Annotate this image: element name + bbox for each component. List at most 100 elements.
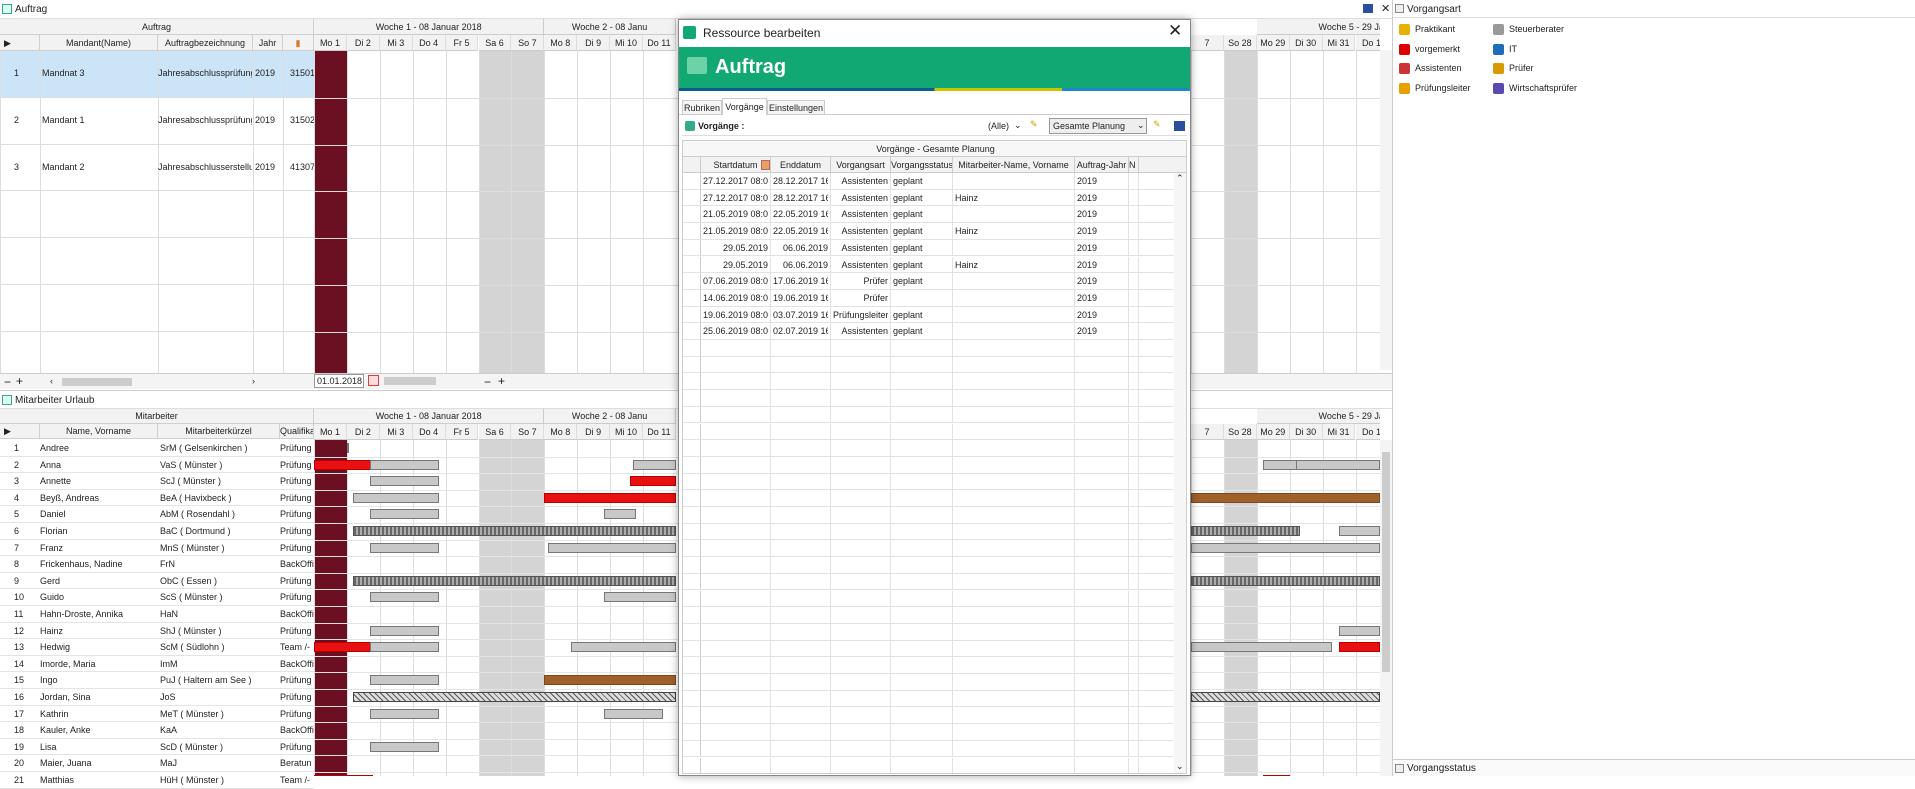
table-row[interactable]: 2 Anna VaS ( Münster ) Prüfung xyxy=(0,457,314,474)
restore-window-icon[interactable] xyxy=(1363,4,1373,13)
column-header[interactable]: Vorgangsart xyxy=(831,157,891,173)
gantt-bar[interactable] xyxy=(1191,526,1300,536)
table-row[interactable] xyxy=(683,406,1174,424)
table-row[interactable] xyxy=(683,757,1174,773)
table-row[interactable]: 16 Jordan, Sina JoS Prüfung xyxy=(0,689,314,706)
date-field[interactable]: 01.01.2018 xyxy=(314,374,364,388)
gantt-bar[interactable] xyxy=(1191,492,1380,503)
table-row[interactable] xyxy=(683,340,1174,357)
filter-select[interactable]: (Alle) xyxy=(988,121,1009,131)
table-row[interactable] xyxy=(683,724,1174,741)
tab-einstellungen[interactable]: Einstellungen xyxy=(767,100,825,115)
col-header-qualifikation[interactable]: Qualifika xyxy=(280,424,314,439)
table-row[interactable]: 12 Hainz ShJ ( Münster ) Prüfung xyxy=(0,623,314,640)
tab-rubriken[interactable]: Rubriken xyxy=(682,100,722,115)
gantt-bar[interactable] xyxy=(1296,459,1380,470)
scroll-left-icon[interactable]: ‹ xyxy=(50,376,53,386)
table-row[interactable]: 13 Hedwig ScM ( Südlohn ) Team /- xyxy=(0,639,314,656)
gantt-bar[interactable] xyxy=(369,509,439,520)
close-panel-icon[interactable]: ✕ xyxy=(1381,2,1390,15)
gantt-bar[interactable] xyxy=(369,625,439,636)
vertical-scrollbar-top[interactable] xyxy=(1380,50,1392,370)
table-row[interactable] xyxy=(683,456,1174,474)
table-row[interactable]: 11 Hahn-Droste, Annika HaN BackOffi xyxy=(0,606,314,623)
table-row[interactable]: 20 Maier, Juana MaJ Beratun xyxy=(0,755,314,772)
table-row[interactable] xyxy=(683,390,1174,407)
table-row[interactable]: 29.05.2019 06.06.2019 Assistenten geplant Ha… xyxy=(683,256,1174,274)
table-row[interactable] xyxy=(683,740,1174,758)
column-header[interactable]: Vorgangsstatus xyxy=(891,157,953,173)
tab-vorgaenge[interactable]: Vorgänge xyxy=(722,98,767,115)
table-row[interactable]: 8 Frickenhaus, Nadine FrN BackOffi xyxy=(0,556,314,573)
gantt-bar[interactable] xyxy=(369,459,439,470)
table-row[interactable]: 17 Kathrin MeT ( Münster ) Prüfung xyxy=(0,706,314,723)
gantt-bar[interactable] xyxy=(544,675,676,686)
zoom-in-icon[interactable]: + xyxy=(498,374,505,388)
col-header-mandant[interactable]: Mandant(Name) xyxy=(40,35,158,51)
table-vertical-scrollbar[interactable]: ⌃ ⌄ xyxy=(1174,173,1186,773)
gantt-bar[interactable] xyxy=(1191,642,1333,653)
calendar-icon[interactable] xyxy=(368,375,379,386)
column-header[interactable]: Auftrag-Jahr xyxy=(1075,157,1129,173)
gantt-bar[interactable] xyxy=(353,526,676,536)
table-row[interactable]: 9 Gerd ObC ( Essen ) Prüfung xyxy=(0,573,314,590)
table-row[interactable]: 6 Florian BaC ( Dortmund ) Prüfung xyxy=(0,523,314,540)
table-row[interactable]: 4 Beyß, Andreas BeA ( Havixbeck ) Prüfung xyxy=(0,490,314,507)
gantt-bar[interactable] xyxy=(1339,642,1380,653)
gantt-bar[interactable] xyxy=(369,542,439,553)
scroll-up-icon[interactable]: ⌃ xyxy=(1176,173,1184,184)
table-row[interactable]: 14.06.2019 08:00 19.06.2019 16:00 Prüfer 20… xyxy=(683,289,1174,307)
gantt-bar[interactable] xyxy=(1339,625,1380,636)
col-header-jahr[interactable]: Jahr xyxy=(253,35,283,51)
vertical-scrollbar-bottom[interactable] xyxy=(1380,440,1392,776)
zoom-out-icon[interactable]: − xyxy=(484,375,491,389)
edit-pencil-icon[interactable]: ✎ xyxy=(1153,119,1161,130)
table-row[interactable] xyxy=(683,590,1174,608)
col-header-bezeichnung[interactable]: Auftragbezeichnung xyxy=(158,35,253,51)
legend-item[interactable]: Prüfungsleiter xyxy=(1399,81,1491,96)
edit-pencil-icon[interactable]: ✎ xyxy=(1030,119,1038,130)
table-row[interactable] xyxy=(683,540,1174,558)
table-row[interactable]: 14 Imorde, Maria ImM BackOffi xyxy=(0,656,314,673)
table-row[interactable] xyxy=(683,356,1174,374)
table-row[interactable]: 25.06.2019 08:00 02.07.2019 16:00 Assisten… xyxy=(683,323,1174,340)
table-row[interactable]: 27.12.2017 08:00 28.12.2017 16:00 Assisten… xyxy=(683,173,1174,190)
table-row[interactable] xyxy=(683,690,1174,708)
table-row[interactable]: 21.05.2019 08:00 22.05.2019 16:00 Assisten… xyxy=(683,206,1174,224)
table-row[interactable] xyxy=(683,473,1174,491)
table-row[interactable]: 3 Annette ScJ ( Münster ) Prüfung xyxy=(0,473,314,490)
gantt-bar[interactable] xyxy=(570,642,676,653)
export-icon[interactable] xyxy=(1174,121,1185,131)
gantt-bar[interactable] xyxy=(629,476,676,487)
gantt-bar[interactable] xyxy=(633,459,676,470)
timeline-scrollbar[interactable] xyxy=(384,377,436,385)
gantt-bar[interactable] xyxy=(603,592,676,603)
scroll-down-icon[interactable]: ⌄ xyxy=(1176,761,1184,772)
table-row[interactable] xyxy=(683,573,1174,591)
table-row[interactable] xyxy=(683,707,1174,725)
table-row[interactable] xyxy=(683,557,1174,574)
column-header[interactable]: N xyxy=(1129,157,1139,173)
gantt-bar[interactable] xyxy=(603,509,637,520)
horizontal-scrollbar[interactable] xyxy=(62,378,132,386)
table-row[interactable] xyxy=(683,373,1174,391)
table-row[interactable] xyxy=(683,490,1174,507)
gantt-bar[interactable] xyxy=(353,692,676,702)
table-row[interactable]: 1 Mandnat 3 Jahresabschlussprüfung 2019 3150… xyxy=(0,51,314,98)
table-row[interactable] xyxy=(683,423,1174,441)
gantt-bar[interactable] xyxy=(1191,692,1380,702)
gantt-bar[interactable] xyxy=(369,592,439,603)
row-header-arrow[interactable]: ▶ xyxy=(0,424,40,439)
col-header-name[interactable]: Name, Vorname xyxy=(40,424,158,439)
gantt-bar[interactable] xyxy=(547,542,676,553)
gantt-bar[interactable] xyxy=(314,642,374,653)
chevron-down-icon[interactable]: ⌄ xyxy=(1137,120,1145,131)
planning-select[interactable]: Gesamte Planung xyxy=(1049,118,1147,134)
table-row[interactable] xyxy=(0,238,314,285)
gantt-bar[interactable] xyxy=(1339,526,1380,536)
remove-row-icon[interactable]: − xyxy=(4,375,11,389)
table-row[interactable] xyxy=(683,523,1174,541)
table-row[interactable] xyxy=(683,507,1174,524)
row-header-arrow[interactable]: ▶ xyxy=(0,35,40,51)
table-row[interactable]: 27.12.2017 08:00 28.12.2017 16:00 Assisten… xyxy=(683,189,1174,207)
